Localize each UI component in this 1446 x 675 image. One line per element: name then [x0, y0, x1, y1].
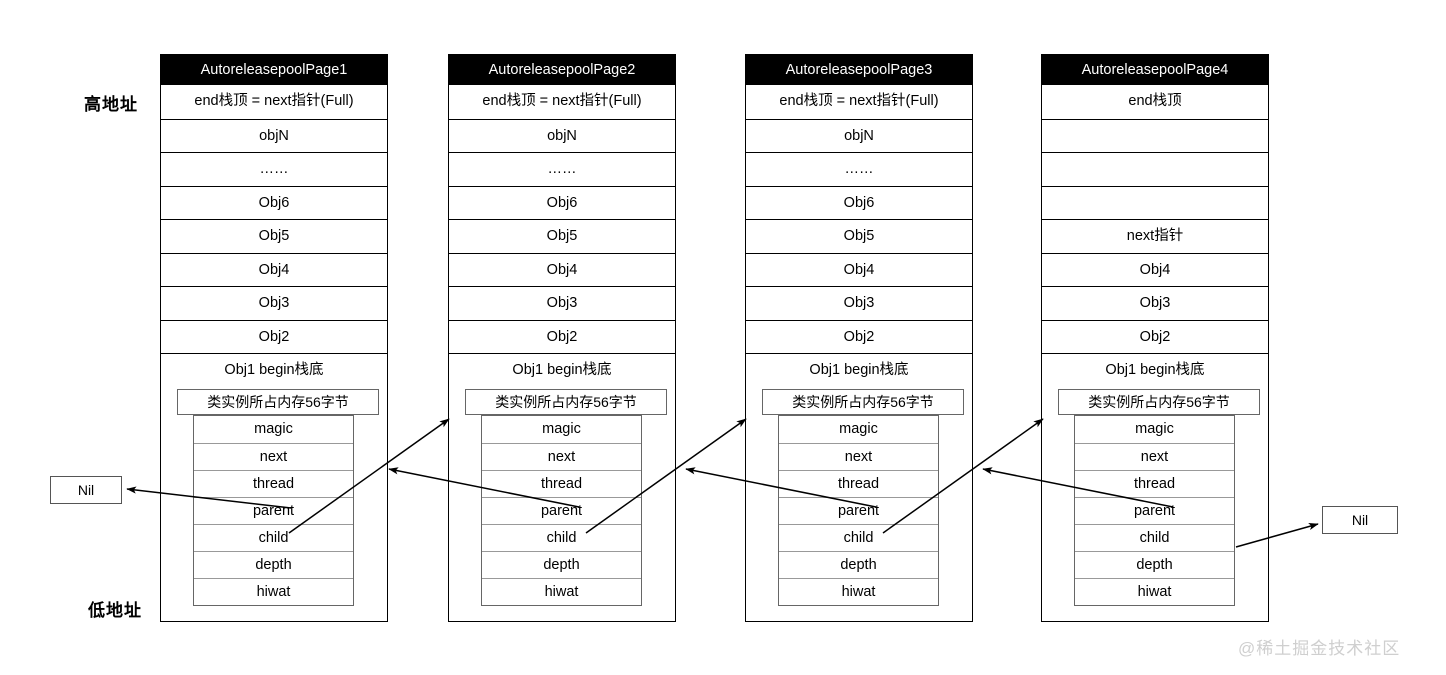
struct-size-label: 类实例所占内存56字节: [1058, 388, 1260, 415]
struct-field: magic: [839, 420, 878, 437]
page-slot: Obj4: [161, 252, 387, 287]
page-slot: Obj6: [161, 185, 387, 220]
page-column-4: AutoreleasepoolPage4 end栈顶 next指针 Obj4 Obj3 O…: [1041, 54, 1269, 622]
struct-field: child: [779, 523, 938, 551]
struct-field: depth: [779, 550, 938, 578]
page-slot: Obj5: [449, 219, 675, 253]
struct-field: next: [194, 442, 353, 470]
page-slot: end栈顶 = next指针(Full): [779, 93, 939, 109]
struct-field: child: [1075, 523, 1234, 551]
struct-size-label: 类实例所占内存56字节: [177, 388, 379, 415]
page-column-1: AutoreleasepoolPage1 end栈顶 = next指针(Full)…: [160, 54, 388, 622]
struct-field: child: [482, 523, 641, 551]
page-slot: Obj4: [449, 252, 675, 287]
page-slot: Obj1 begin栈底: [161, 353, 387, 387]
struct-size-label: 类实例所占内存56字节: [465, 388, 667, 415]
page-slot: Obj1 begin栈底: [449, 353, 675, 387]
struct-field-list: magic next thread parent child depth hiwat: [193, 414, 354, 606]
struct-field-list: magic next thread parent child depth hiwat: [1074, 414, 1235, 606]
struct-field: hiwat: [1075, 577, 1234, 605]
struct-field: magic: [542, 420, 581, 437]
page-slot: Obj3: [1042, 286, 1268, 320]
page-slot: next指针: [1042, 219, 1268, 253]
page-slot: ……: [449, 152, 675, 186]
page-slot: Obj2: [746, 319, 972, 354]
page-slot: [1042, 118, 1268, 153]
page-slot: Obj5: [746, 219, 972, 253]
page-column-3: AutoreleasepoolPage3 end栈顶 = next指针(Full)…: [745, 54, 973, 622]
struct-size-label: 类实例所占内存56字节: [762, 388, 964, 415]
page-slot: Obj1 begin栈底: [1042, 353, 1268, 387]
struct-field: next: [1075, 442, 1234, 470]
struct-field: magic: [254, 420, 293, 437]
page-slot: Obj6: [449, 185, 675, 220]
struct-field: next: [482, 442, 641, 470]
struct-field: thread: [779, 469, 938, 497]
struct-field: hiwat: [482, 577, 641, 605]
page-title: AutoreleasepoolPage4: [1042, 55, 1268, 85]
struct-field: parent: [194, 496, 353, 524]
page-slot: end栈顶 = next指针(Full): [194, 93, 354, 109]
page-slot: Obj3: [746, 286, 972, 320]
class-instance-struct: 类实例所占内存56字节 magic next thread parent child dep…: [161, 388, 387, 606]
struct-field: parent: [779, 496, 938, 524]
struct-field: next: [779, 442, 938, 470]
page-slot: ……: [161, 152, 387, 186]
high-address-label: 高地址: [84, 95, 138, 114]
page-slot: end栈顶 = next指针(Full): [482, 93, 642, 109]
page-slot: Obj5: [161, 219, 387, 253]
page-slot: Obj4: [1042, 252, 1268, 287]
page-title: AutoreleasepoolPage2: [449, 55, 675, 85]
struct-field: child: [194, 523, 353, 551]
page-slot: Obj4: [746, 252, 972, 287]
page-slot: ……: [746, 152, 972, 186]
nil-box-right: Nil: [1322, 506, 1398, 534]
struct-field: hiwat: [194, 577, 353, 605]
nil-box-left: Nil: [50, 476, 122, 504]
page-slot: Obj1 begin栈底: [746, 353, 972, 387]
class-instance-struct: 类实例所占内存56字节 magic next thread parent child dep…: [1042, 388, 1268, 606]
low-address-label: 低地址: [88, 601, 142, 620]
struct-field: depth: [482, 550, 641, 578]
page-slot: Obj3: [449, 286, 675, 320]
page-slot: Obj2: [1042, 319, 1268, 354]
page-title: AutoreleasepoolPage1: [161, 55, 387, 85]
struct-field: hiwat: [779, 577, 938, 605]
struct-field: parent: [1075, 496, 1234, 524]
page-column-2: AutoreleasepoolPage2 end栈顶 = next指针(Full)…: [448, 54, 676, 622]
page-slot: objN: [161, 118, 387, 153]
struct-field-list: magic next thread parent child depth hiwat: [481, 414, 642, 606]
struct-field: thread: [1075, 469, 1234, 497]
struct-field: thread: [194, 469, 353, 497]
page-title: AutoreleasepoolPage3: [746, 55, 972, 85]
struct-field-list: magic next thread parent child depth hiwat: [778, 414, 939, 606]
page-slot: [1042, 152, 1268, 186]
struct-field: depth: [1075, 550, 1234, 578]
struct-field: depth: [194, 550, 353, 578]
diagram-canvas: 高地址 低地址 Nil Nil AutoreleasepoolPage1 end栈…: [0, 0, 1446, 675]
class-instance-struct: 类实例所占内存56字节 magic next thread parent child dep…: [746, 388, 972, 606]
page-slot: [1042, 185, 1268, 220]
class-instance-struct: 类实例所占内存56字节 magic next thread parent child dep…: [449, 388, 675, 606]
page-slot: objN: [746, 118, 972, 153]
page-slot: end栈顶: [1128, 93, 1182, 109]
watermark: @稀土掘金技术社区: [1238, 639, 1401, 658]
page-slot: objN: [449, 118, 675, 153]
page-slot: Obj2: [449, 319, 675, 354]
struct-field: thread: [482, 469, 641, 497]
page-slot: Obj6: [746, 185, 972, 220]
page-slot: Obj2: [161, 319, 387, 354]
struct-field: parent: [482, 496, 641, 524]
page-slot: Obj3: [161, 286, 387, 320]
struct-field: magic: [1135, 420, 1174, 437]
